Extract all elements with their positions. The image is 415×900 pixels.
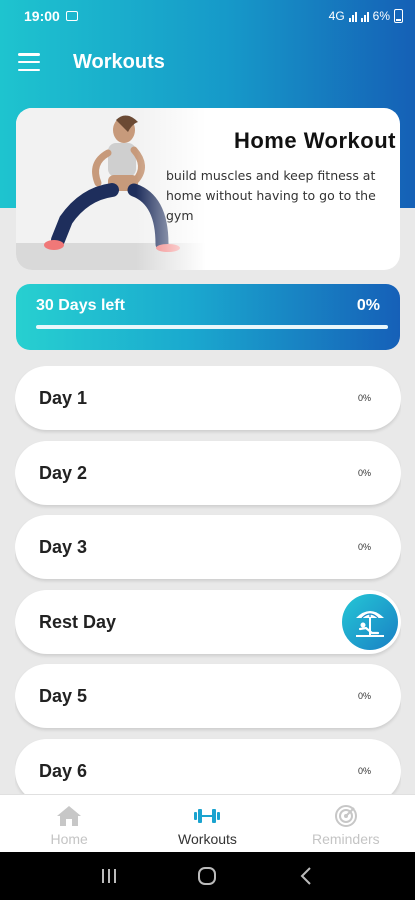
- status-indicators: 4G 6%: [329, 9, 403, 23]
- day-progress: 0%: [357, 691, 371, 702]
- day-progress: 0%: [357, 393, 371, 403]
- nav-workouts[interactable]: Workouts: [138, 795, 276, 852]
- day-progress: 0%: [357, 542, 371, 553]
- image-notification-icon: [65, 11, 78, 21]
- bottom-navigation: Home Workouts Reminders: [0, 794, 415, 852]
- home-icon: [54, 803, 84, 829]
- home-workout-banner[interactable]: Home Workout build muscles and keep fitn…: [16, 108, 400, 270]
- day-label: Day 3: [39, 537, 88, 558]
- day-label: Rest Day: [39, 611, 117, 632]
- progress-percent: 0%: [356, 297, 380, 314]
- nav-label: Reminders: [311, 831, 380, 847]
- network-type: 4G: [328, 9, 345, 23]
- reminder-icon: [331, 803, 361, 829]
- nav-label: Workouts: [178, 831, 237, 847]
- back-icon[interactable]: [286, 861, 326, 891]
- nav-reminders[interactable]: Reminders: [277, 795, 415, 852]
- status-bar: 19:00 4G 6%: [0, 0, 415, 32]
- day-label: Day 1: [39, 388, 88, 408]
- day-item-rest[interactable]: Rest Day: [15, 589, 401, 654]
- program-progress-card: 30 Days left 0%: [16, 284, 400, 350]
- status-time: 19:00: [24, 8, 60, 24]
- hero-description: build muscles and keep fitness at home w…: [166, 168, 376, 223]
- day-progress: 0%: [357, 765, 371, 776]
- signal-icon: [360, 11, 369, 22]
- day-list: Day 1 0% Day 2 0% Day 3 0% Rest Day Day …: [15, 366, 401, 794]
- day-item-6[interactable]: Day 6 0%: [15, 738, 401, 794]
- home-button-icon[interactable]: [187, 861, 227, 891]
- day-item-2[interactable]: Day 2 0%: [15, 440, 401, 505]
- rest-beach-icon: [342, 593, 398, 650]
- hamburger-icon[interactable]: [18, 53, 40, 71]
- progress-bar: [36, 325, 388, 329]
- recent-apps-icon[interactable]: [89, 861, 129, 891]
- signal-icon: [348, 11, 357, 22]
- battery-percent: 6%: [372, 9, 390, 23]
- hero-title: Home Workout: [233, 128, 396, 153]
- nav-home[interactable]: Home: [0, 795, 138, 852]
- day-label: Day 2: [39, 462, 88, 483]
- nav-label: Home: [50, 831, 88, 847]
- day-item-5[interactable]: Day 5 0%: [15, 664, 401, 729]
- days-left-label: 30 Days left: [36, 297, 125, 314]
- day-item-1[interactable]: Day 1 0%: [15, 366, 401, 430]
- system-navigation-bar: [0, 852, 415, 900]
- battery-icon: [394, 9, 403, 23]
- page-title: Workouts: [73, 50, 165, 73]
- day-progress: 0%: [357, 467, 371, 478]
- day-label: Day 5: [39, 686, 88, 707]
- app-bar: Workouts: [0, 40, 415, 84]
- day-label: Day 6: [39, 760, 88, 781]
- day-item-3[interactable]: Day 3 0%: [15, 515, 401, 580]
- dumbbell-icon: [192, 803, 222, 829]
